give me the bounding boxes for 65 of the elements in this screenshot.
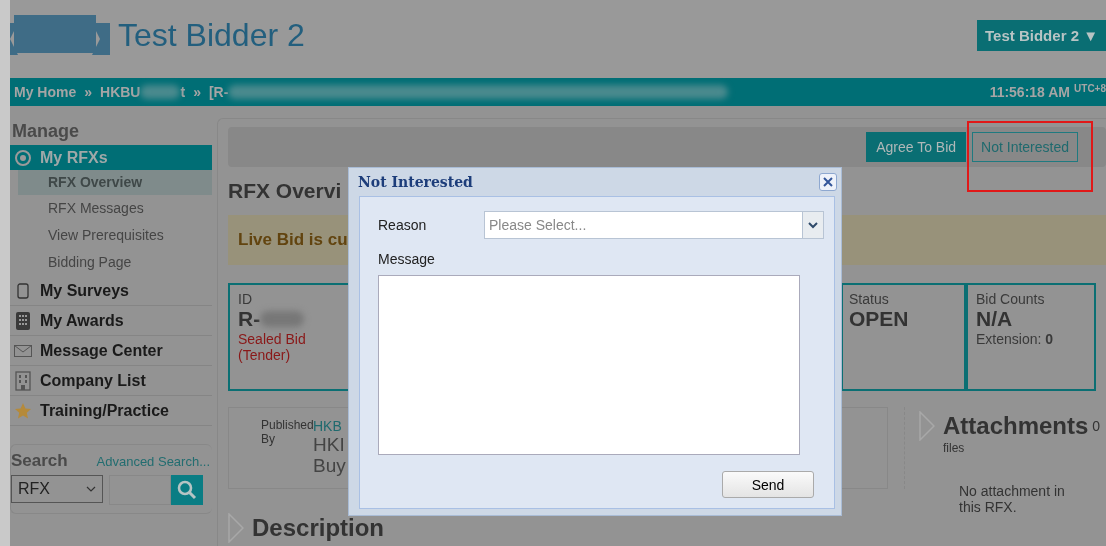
message-label: Message (378, 251, 436, 267)
file-count: 0 (1092, 418, 1101, 434)
redaction-blur (260, 311, 305, 327)
reason-label: Reason (378, 217, 428, 233)
sidebar-item[interactable]: My Awards (10, 306, 212, 336)
status-value: OPEN (849, 307, 910, 331)
breadcrumb-link[interactable]: [R- (208, 84, 229, 100)
section-title: Attachments (943, 412, 1089, 440)
scope-select[interactable]: RFX (11, 475, 103, 503)
publisher-name: HKI (313, 434, 346, 455)
id-value: R- (238, 307, 261, 331)
breadcrumb-separator: » (193, 84, 201, 100)
page-title: RFX Overvi (228, 179, 342, 203)
close-button[interactable] (819, 173, 837, 191)
sidebar-subitem[interactable]: Bidding Page (18, 249, 212, 276)
user-menu-button[interactable]: Test Bidder 2 ▼ (977, 19, 1106, 51)
dialog-title: Not Interested (358, 174, 473, 190)
file-unit: files (943, 441, 966, 455)
send-button[interactable]: Send (722, 471, 814, 498)
search-button[interactable] (171, 475, 203, 505)
search-icon (177, 480, 197, 500)
advanced-search-link[interactable]: Advanced Search... (96, 454, 210, 469)
action-button[interactable]: Not Interested (972, 132, 1078, 162)
sidebar-subitem[interactable]: View Prerequisites (18, 222, 212, 249)
envelope-icon (14, 344, 32, 357)
close-icon (823, 177, 833, 187)
field-label: Published By (261, 418, 313, 448)
chevron-down-icon (86, 486, 96, 492)
sidebar-item[interactable]: Training/Practice (10, 396, 212, 426)
star-icon (14, 401, 32, 420)
calculator-icon (14, 311, 32, 330)
search-field[interactable] (109, 475, 171, 505)
message-field[interactable] (378, 275, 800, 455)
breadcrumb-fragment: t (180, 84, 186, 100)
sidebar-subitem[interactable]: RFX Overview (18, 170, 212, 195)
site-title: Test Bidder 2 (118, 16, 305, 54)
timezone-label: UTC+8 (1074, 83, 1106, 94)
sidebar-item[interactable]: Company List (10, 366, 212, 396)
section-title: Description (252, 514, 385, 542)
sidebar-subitem[interactable]: RFX Messages (18, 195, 212, 222)
extension-label: Extension: (976, 331, 1042, 347)
field-label: Bid Counts (976, 291, 1046, 307)
sidebar-heading: Manage (11, 120, 81, 143)
extension-value: 0 (1045, 331, 1054, 347)
building-icon (14, 370, 32, 391)
checkbox-icon (14, 282, 32, 299)
target-icon (14, 149, 32, 166)
publisher-link[interactable]: HKB (313, 418, 346, 434)
bid-count-value: N/A (976, 307, 1014, 331)
publisher-name: Buy (313, 455, 346, 476)
action-button[interactable]: Agree To Bid (866, 132, 967, 162)
breadcrumb-link[interactable]: HKBU (100, 84, 141, 100)
sidebar-item[interactable]: My Surveys (10, 276, 212, 306)
breadcrumb-link[interactable]: My Home (14, 84, 77, 100)
bid-type: Sealed Bid (Tender) (238, 331, 307, 363)
empty-message: No attachment in this RFX. (959, 483, 1066, 515)
sidebar-item[interactable]: Message Center (10, 336, 212, 366)
field-label: ID (238, 291, 253, 307)
sidebar-item[interactable]: My RFXs (10, 145, 212, 170)
chevron-down-icon (808, 221, 818, 229)
search-heading: Search (11, 451, 68, 471)
field-label: Status (849, 291, 890, 307)
clock-time: 11:56:18 AM (989, 84, 1071, 100)
reason-dropdown[interactable]: Please Select... (484, 211, 824, 239)
breadcrumb-separator: » (84, 84, 93, 100)
